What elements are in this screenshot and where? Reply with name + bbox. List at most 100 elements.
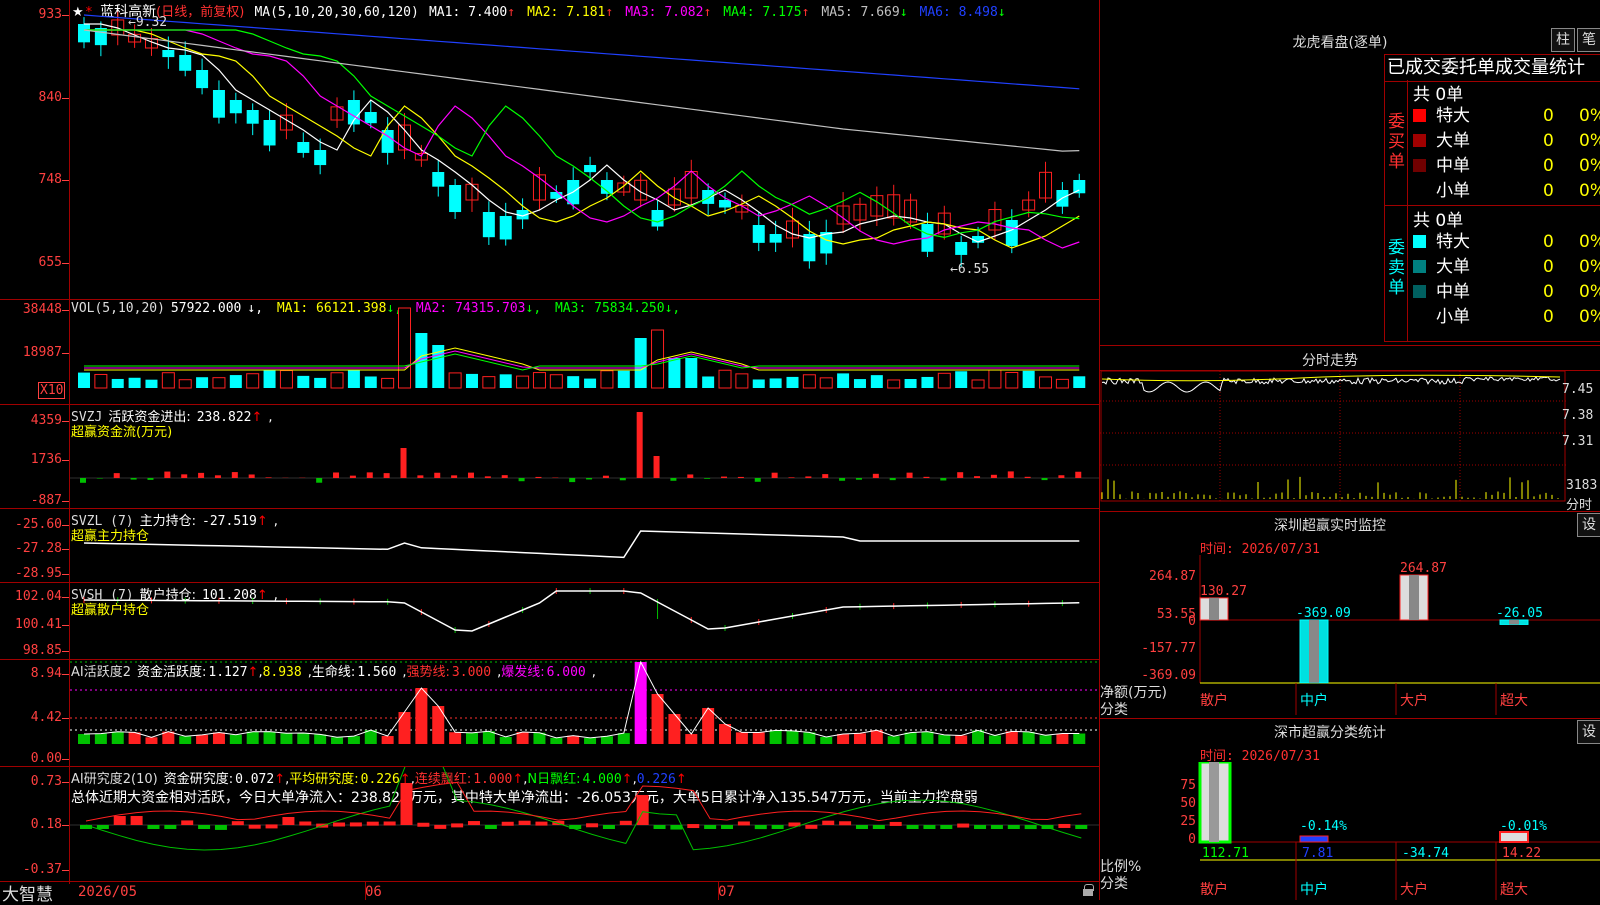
ai-active-bar	[770, 730, 782, 744]
ai-research-bar	[131, 816, 143, 825]
sell-count: 0	[1543, 230, 1554, 254]
ai-research-bar	[468, 821, 480, 825]
intraday-y-tick: 7.45	[1562, 382, 1600, 397]
ma-line-5	[84, 30, 1079, 151]
stat-settings-button[interactable]: 设	[1577, 720, 1600, 744]
ai-research-bar	[586, 823, 598, 827]
vol-y-tick: 18987	[0, 345, 62, 360]
candle-down	[584, 165, 596, 172]
ai-y-tick-mark	[62, 674, 69, 675]
ai-active-bar	[567, 736, 579, 744]
ai-active-bar	[652, 694, 664, 744]
air-y-tick-mark	[62, 825, 69, 826]
vol-bar-down	[770, 378, 782, 388]
vol-bar-down	[1023, 371, 1035, 388]
vol-bar-down	[702, 376, 714, 388]
svzj-chart[interactable]	[70, 405, 1099, 508]
vol-bar-down	[584, 379, 596, 388]
main-y-tick: 655	[0, 255, 62, 270]
ai-research-bar	[687, 824, 699, 828]
sell-name: 大单	[1436, 257, 1470, 277]
candle-down	[432, 172, 444, 187]
svzj-y-tick-mark	[62, 460, 69, 461]
svzl-y-tick: -27.28	[0, 541, 62, 556]
svzj-bar	[451, 475, 457, 478]
svzj-bar	[923, 477, 929, 478]
candle-down	[297, 142, 309, 153]
svsh-chart[interactable]	[70, 583, 1099, 659]
ai-active-bar	[753, 732, 765, 744]
ai-research-bar	[535, 822, 547, 826]
low-price-label: ←6.55	[950, 262, 989, 277]
tab-orders[interactable]: 委托单	[1441, 57, 1495, 78]
candle-down	[1006, 220, 1018, 246]
ai-active-line	[84, 662, 1079, 738]
ai-active-bar	[264, 732, 276, 744]
candlestick-chart[interactable]	[70, 0, 1099, 299]
ai-active-bar	[331, 737, 343, 744]
candle-down	[365, 112, 377, 123]
candle-down	[264, 120, 276, 145]
vol-unit-label: X10	[38, 382, 65, 399]
intraday-chart[interactable]	[1100, 371, 1566, 511]
ai-active-bar	[584, 738, 596, 744]
svzj-bar	[434, 473, 440, 478]
tab-volume-stats[interactable]: 成交量统计	[1495, 57, 1585, 78]
buy-side-block: 委买单 共 0单 特大00%大单00%中单00%小单00%	[1384, 80, 1600, 206]
tab-traded[interactable]: 已成交	[1387, 57, 1441, 78]
ai-research-bar	[620, 821, 632, 825]
ai-research-bar	[333, 823, 345, 827]
candle-down	[652, 210, 664, 227]
stat-cat-label: 分类	[1100, 873, 1128, 893]
vol-bar-up	[820, 378, 832, 388]
ai-research-bar	[485, 825, 497, 829]
svzl-y-tick-mark	[62, 549, 69, 550]
ai-research-chart[interactable]	[70, 767, 1099, 881]
svzj-bar	[266, 477, 272, 478]
ai-research-bar	[569, 825, 581, 829]
vol-bar-up	[179, 380, 191, 388]
ai-active-chart[interactable]	[70, 660, 1099, 766]
ai-active-bar	[820, 737, 832, 744]
intraday-y-tick: 7.38	[1562, 408, 1600, 423]
ai-active-bar	[1040, 735, 1052, 744]
monitor-bar-shade	[1309, 620, 1319, 683]
svzj-bar	[316, 478, 322, 483]
longhu-title: 龙虎看盘(逐单)	[1240, 32, 1440, 52]
ai-research-bar	[923, 825, 935, 829]
sell-count: 0	[1543, 305, 1554, 329]
vol-bar-up	[280, 371, 292, 388]
ai-research-bar	[198, 825, 210, 829]
buy-count: 0	[1543, 129, 1554, 153]
ai-research-bar	[991, 825, 1003, 829]
sell-side-text: 委卖单	[1388, 238, 1406, 298]
svzl-y-tick-mark	[62, 525, 69, 526]
ai-research-bar	[822, 821, 834, 825]
sell-color-swatch	[1413, 235, 1426, 248]
svzj-bar	[333, 472, 339, 478]
volume-chart[interactable]	[70, 300, 1099, 404]
air-y-tick: 0.18	[0, 817, 62, 832]
stat-bar-label: -0.14%	[1300, 819, 1347, 834]
ai-active-bar	[635, 662, 647, 744]
svzj-bar	[940, 478, 946, 480]
bar-view-button[interactable]: 柱	[1551, 28, 1575, 52]
ai-research-line-green	[86, 767, 1081, 850]
tick-view-button[interactable]: 笔	[1577, 28, 1600, 52]
monitor-y-tick: -157.77	[1141, 641, 1196, 656]
brand-logo[interactable]: 大智慧	[2, 880, 53, 905]
svzj-bar	[232, 472, 238, 478]
svzl-chart[interactable]	[70, 509, 1099, 582]
main-y-tick: 840	[0, 90, 62, 105]
svzj-y-tick: -887	[0, 493, 62, 508]
vol-bar-down	[466, 374, 478, 388]
sell-row: 中单00%	[1413, 280, 1599, 304]
monitor-settings-button[interactable]: 设	[1577, 513, 1600, 537]
monitor-bar-shade	[1409, 575, 1419, 620]
vol-bar-down	[78, 373, 90, 388]
ai-active-bar	[280, 733, 292, 744]
ai-research-bar	[940, 825, 952, 829]
buy-pct: 0%	[1579, 129, 1600, 153]
ai-active-bar	[618, 733, 630, 744]
chart-area[interactable]: ★*蓝科高新(日线，前复权) MA(5,10,20,30,60,120) MA1…	[0, 0, 1100, 900]
